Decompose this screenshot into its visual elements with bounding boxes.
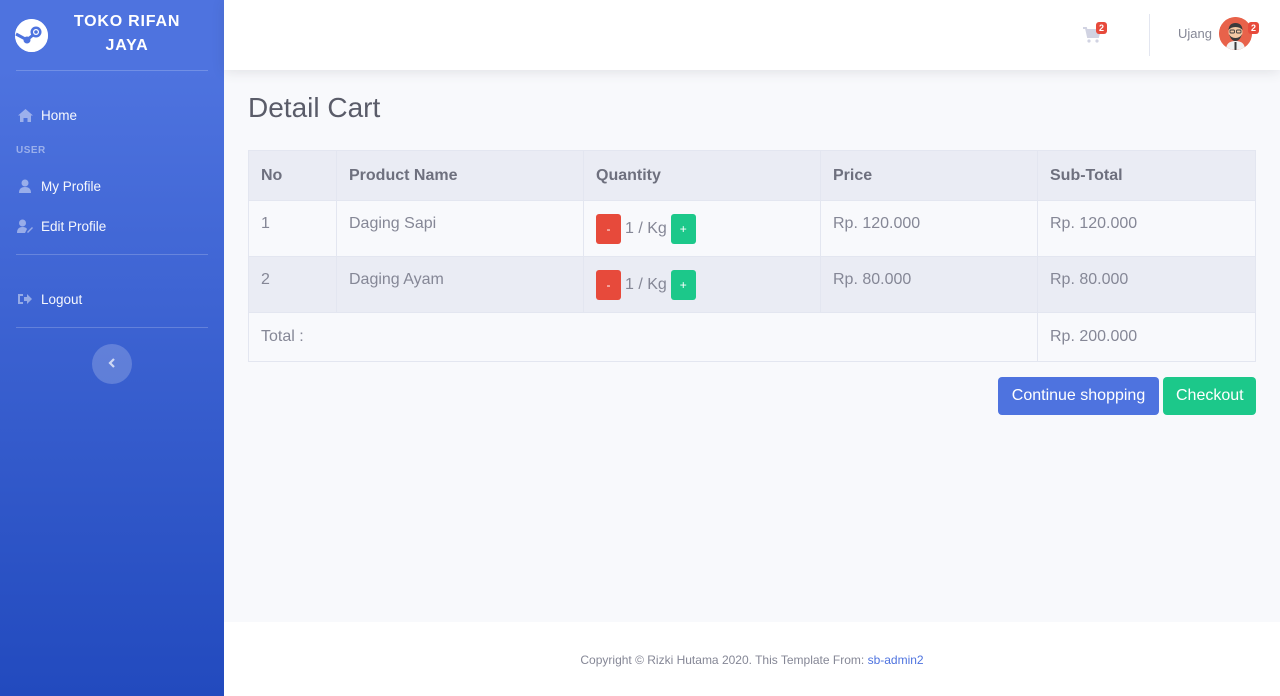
sidebar-toggle-button[interactable]: [92, 344, 132, 384]
sidebar-item-label: Home: [41, 107, 78, 123]
home-icon: [17, 107, 33, 123]
avatar[interactable]: [1219, 17, 1252, 50]
sidebar: TOKO RIFAN JAYA Home USER My Profile Edi…: [0, 0, 224, 696]
quantity-value: 1 / Kg: [625, 220, 667, 237]
logout-icon: [17, 291, 33, 307]
quantity-value: 1 / Kg: [625, 276, 667, 293]
footer: Copyright © Rizki Hutama 2020. This Temp…: [224, 622, 1280, 696]
brand-name: TOKO RIFAN JAYA: [73, 13, 181, 54]
sidebar-item-label: Logout: [41, 291, 83, 307]
cart-button[interactable]: 2: [1081, 22, 1111, 48]
page-title: Detail Cart: [248, 92, 381, 123]
column-header: Quantity: [583, 150, 821, 201]
table-row: 2 Daging Ayam - 1 / Kg + Rp. 80.000 Rp. …: [248, 256, 1256, 313]
topbar-divider: [1149, 14, 1150, 56]
decrease-quantity-button[interactable]: -: [596, 270, 621, 300]
checkout-button[interactable]: Checkout: [1163, 377, 1256, 415]
user-name[interactable]: Ujang: [1178, 26, 1212, 41]
decrease-quantity-button[interactable]: -: [596, 214, 621, 244]
cell-quantity: - 1 / Kg +: [583, 200, 821, 257]
cell-price: Rp. 80.000: [820, 256, 1038, 313]
sidebar-brand[interactable]: TOKO RIFAN JAYA: [0, 0, 224, 70]
total-value: Rp. 200.000: [1037, 312, 1256, 362]
column-header: No: [248, 150, 337, 201]
cell-price: Rp. 120.000: [820, 200, 1038, 257]
sidebar-item-my-profile[interactable]: My Profile: [0, 166, 224, 206]
cell-product: Daging Sapi: [336, 200, 584, 257]
sidebar-item-logout[interactable]: Logout: [0, 279, 224, 319]
chevron-left-icon: [108, 355, 116, 373]
sidebar-item-label: Edit Profile: [41, 218, 107, 234]
footer-text: Copyright © Rizki Hutama 2020. This Temp…: [580, 653, 868, 667]
steam-icon: [15, 18, 48, 52]
user-edit-icon: [17, 218, 33, 234]
sidebar-item-home[interactable]: Home: [0, 95, 224, 135]
column-header: Sub-Total: [1037, 150, 1256, 201]
cell-no: 2: [248, 256, 337, 313]
footer-link[interactable]: sb-admin2: [868, 653, 924, 667]
topbar: 2 Ujang 2: [224, 0, 1280, 70]
table-row: 1 Daging Sapi - 1 / Kg + Rp. 120.000 Rp.…: [248, 200, 1256, 257]
increase-quantity-button[interactable]: +: [670, 214, 696, 244]
cell-subtotal: Rp. 120.000: [1037, 200, 1256, 257]
sidebar-heading: USER: [16, 145, 46, 156]
sidebar-item-edit-profile[interactable]: Edit Profile: [0, 206, 224, 246]
user-icon: [17, 178, 33, 194]
cell-product: Daging Ayam: [336, 256, 584, 313]
cell-quantity: - 1 / Kg +: [583, 256, 821, 313]
cell-subtotal: Rp. 80.000: [1037, 256, 1256, 313]
sidebar-divider: [16, 327, 208, 328]
column-header: Product Name: [336, 150, 584, 201]
cell-no: 1: [248, 200, 337, 257]
cart-count-badge: 2: [1096, 22, 1108, 34]
continue-shopping-button[interactable]: Continue shopping: [998, 377, 1159, 415]
total-row: Total : Rp. 200.000: [248, 312, 1256, 362]
cart-table: No Product Name Quantity Price Sub-Total…: [248, 150, 1256, 362]
increase-quantity-button[interactable]: +: [670, 270, 696, 300]
column-header: Price: [820, 150, 1038, 201]
sidebar-item-label: My Profile: [41, 178, 102, 194]
table-header-row: No Product Name Quantity Price Sub-Total: [248, 150, 1256, 201]
total-label: Total :: [248, 312, 1038, 362]
avatar-badge: 2: [1248, 22, 1260, 34]
